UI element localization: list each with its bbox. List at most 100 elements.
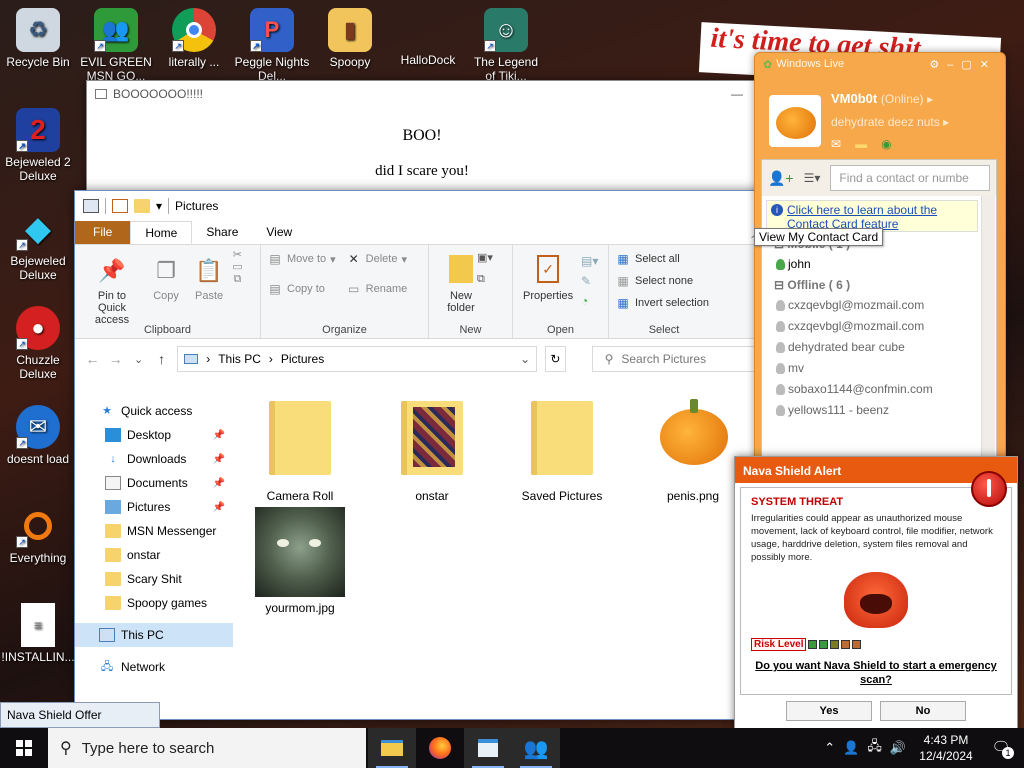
nav-downloads[interactable]: ↓ Downloads 📌 [75,447,233,471]
file-item-yourmom-jpg[interactable]: yourmom.jpg [245,507,355,615]
desktop-icon-installing[interactable]: ≡ !INSTALLIN... [0,597,76,678]
notification-button[interactable]: 🗨 1 [986,735,1016,761]
edit-icon[interactable]: ✎ [581,271,598,291]
file-item-onstar[interactable]: onstar [377,395,487,503]
desktop-icon-chrome[interactable]: ↗ literally ... [156,2,232,83]
start-button[interactable] [0,728,48,768]
nav-network[interactable]: 🖧 Network [75,655,233,679]
search-box[interactable]: ⚲ Search Pictures [591,346,764,372]
open-icon[interactable]: ▤▾ [581,251,598,271]
address-dropdown-icon[interactable]: ⌄ [520,352,530,366]
contact-card-link[interactable]: Click here to learn about the Contact Ca… [787,203,937,231]
file-item-camera-roll[interactable]: Camera Roll [245,395,355,503]
paste-button[interactable]: 📋 Paste [189,249,229,304]
nav-pictures[interactable]: Pictures 📌 [75,495,233,519]
find-contact-input[interactable]: Find a contact or numbe [830,165,990,191]
cut-icon[interactable]: ✂ [232,249,242,261]
desktop-icon-spoopy[interactable]: ▮ Spoopy [312,2,388,83]
folder-icon[interactable]: ▬ [855,137,867,151]
globe-icon[interactable]: ◉ [881,137,891,151]
nav-quick-access[interactable]: ★ Quick access [75,399,233,423]
avatar[interactable] [769,95,821,147]
nav-this-pc[interactable]: This PC [75,623,233,647]
desktop-icon-recycle-bin[interactable]: ♻ Recycle Bin [0,2,76,83]
properties-check-icon[interactable] [112,199,128,213]
refresh-button[interactable]: ↻ [545,346,566,372]
copy-button[interactable]: ❐ Copy [146,249,186,304]
taskbar-file-explorer[interactable] [368,728,416,768]
contact-item[interactable]: cxzqevbgl@mozmail.com [762,316,996,337]
desktop-icon-bejeweled[interactable]: ◆ ↗ Bejeweled Deluxe [0,201,76,282]
paste-shortcut-icon[interactable]: ⧉ [232,273,242,285]
taskbar-firefox[interactable] [416,728,464,768]
chevron-up-icon[interactable]: ⌃ [824,740,835,756]
group-offline[interactable]: ⊟ Offline ( 6 ) [762,275,996,295]
taskbar-messenger[interactable]: 👥 [512,728,560,768]
contact-item[interactable]: sobaxo1144@confmin.com [762,379,996,400]
easy-access-icon[interactable]: ⧉ [477,273,485,286]
desktop-icon-hallodock[interactable]: HalloDock [390,2,466,81]
boo-titlebar[interactable]: BOOOOOOO!!!!! — [87,81,757,107]
address-bar[interactable]: › This PC › Pictures ⌄ [177,346,538,372]
taskbar-search[interactable]: ⚲ Type here to search [48,728,366,768]
copy-to-button[interactable]: ▤ Copy to [267,279,336,299]
rename-button[interactable]: ▭ Rename [346,279,407,299]
volume-icon[interactable]: 🔊 [890,740,906,756]
new-item-icon[interactable]: ▣▾ [477,251,493,264]
up-arrow-icon[interactable]: ↑ [154,351,169,367]
tab-file[interactable]: File [75,221,131,244]
nav-onstar[interactable]: onstar [75,543,233,567]
new-folder-icon[interactable] [134,199,150,213]
breadcrumb-this-pc[interactable]: This PC [218,352,261,366]
contact-item[interactable]: cxzqevbgl@mozmail.com [762,295,996,316]
messenger-titlebar[interactable]: ✿ Windows Live ⚙–▢✕ [755,53,1005,75]
messenger-personal-message[interactable]: dehydrate deez nuts ▸ [831,115,949,129]
contact-item[interactable]: john [762,254,996,275]
move-to-button[interactable]: ▤ Move to ▾ [267,249,335,269]
file-item-penis-png[interactable]: penis.png [638,395,748,503]
tab-home[interactable]: Home [130,221,193,244]
delete-button[interactable]: ✕ Delete ▾ [346,249,408,269]
properties-button[interactable]: ✓ Properties [519,249,577,304]
contact-item[interactable]: dehydrated bear cube [762,337,996,358]
desktop-icon-thunderbird[interactable]: ✉ ↗ doesnt load [0,399,76,480]
chevron-down-icon[interactable]: ⌄ [131,353,146,366]
clock[interactable]: 4:43 PM 12/4/2024 [914,732,978,764]
history-icon[interactable]: ◔ [581,291,598,311]
contact-item[interactable]: mv [762,358,996,379]
select-none-button[interactable]: ▦ Select none [615,271,713,291]
nav-spoopy-games[interactable]: Spoopy games [75,591,233,615]
nav-scary-shit[interactable]: Scary Shit [75,567,233,591]
back-arrow-icon[interactable]: ← [85,351,100,367]
nav-msn-messenger[interactable]: MSN Messenger [75,519,233,543]
no-button[interactable]: No [880,701,966,721]
invert-selection-button[interactable]: ▦ Invert selection [615,293,713,313]
copy-path-icon[interactable]: ▭ [232,261,242,273]
pin-button[interactable]: 📌 Pin to Quick access [81,249,143,328]
desktop-icon-peggle[interactable]: P ↗ Peggle Nights Del... [234,2,310,83]
messenger-tray-icon[interactable]: 👤 [843,740,859,756]
taskbar-notepad[interactable] [464,728,512,768]
yes-button[interactable]: Yes [786,701,872,721]
breadcrumb-pictures[interactable]: Pictures [281,352,324,366]
contact-item[interactable]: yellows111 - beenz [762,400,996,421]
nav-desktop[interactable]: Desktop 📌 [75,423,233,447]
desktop-icon-legend-of-tiki[interactable]: ☺ ↗ The Legend of Tiki... [468,2,544,83]
nava-shield-offer[interactable]: Nava Shield Offer [0,702,160,728]
tab-share[interactable]: Share [192,221,252,244]
desktop-icon-everything[interactable]: ↗ Everything [0,498,76,579]
select-all-button[interactable]: ▦ Select all [615,249,713,269]
network-icon[interactable]: 🖧 [867,737,882,759]
forward-arrow-icon[interactable]: → [108,351,123,367]
nav-documents[interactable]: Documents 📌 [75,471,233,495]
tab-view[interactable]: View [252,221,306,244]
mail-icon[interactable]: ✉ [831,137,841,151]
minimize-button[interactable]: — [717,87,757,101]
desktop-icon-evil-green-msn[interactable]: 👥 ↗ EVIL GREEN MSN GO... [78,2,154,83]
window-controls[interactable]: ⚙–▢✕ [929,58,997,71]
messenger-user-line[interactable]: VM0b0t (Online) ▸ [831,91,933,106]
qat-dropdown-icon[interactable]: ▾ [156,199,162,213]
file-item-saved-pictures[interactable]: Saved Pictures [507,395,617,503]
desktop-icon-bejeweled2[interactable]: 2 ↗ Bejeweled 2 Deluxe [0,102,76,183]
desktop-icon-chuzzle[interactable]: ● ↗ Chuzzle Deluxe [0,300,76,381]
